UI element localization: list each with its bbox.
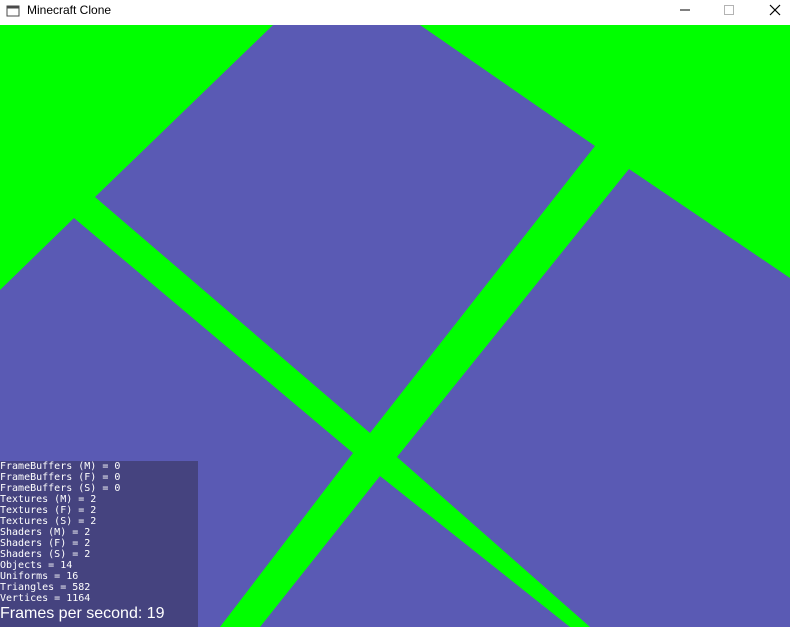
stat-shaders-f: Shaders (F) = 2 — [0, 538, 91, 549]
close-icon — [769, 4, 781, 16]
app-window-icon — [6, 5, 20, 17]
minimize-icon — [680, 9, 690, 11]
stat-framebuffers-s: FrameBuffers (S) = 0 — [0, 483, 121, 494]
title-bar[interactable]: Minecraft Clone — [0, 0, 790, 25]
stat-shaders-m: Shaders (M) = 2 — [0, 527, 91, 538]
maximize-button[interactable] — [706, 0, 752, 22]
stat-framebuffers-m: FrameBuffers (M) = 0 — [0, 461, 121, 472]
stat-uniforms: Uniforms = 16 — [0, 571, 79, 582]
stat-textures-s: Textures (S) = 2 — [0, 516, 97, 527]
stat-objects: Objects = 14 — [0, 560, 73, 571]
minimize-button[interactable] — [662, 0, 708, 22]
window-title: Minecraft Clone — [27, 3, 112, 17]
close-button[interactable] — [752, 0, 790, 22]
stat-vertices: Vertices = 1164 — [0, 593, 91, 604]
stat-framebuffers-f: FrameBuffers (F) = 0 — [0, 472, 121, 483]
game-viewport[interactable]: FrameBuffers (M) = 0 FrameBuffers (F) = … — [0, 25, 790, 627]
fps-counter: Frames per second: 19 — [0, 605, 165, 622]
maximize-icon — [724, 5, 734, 15]
stats-list: FrameBuffers (M) = 0 FrameBuffers (F) = … — [0, 461, 120, 604]
stat-shaders-s: Shaders (S) = 2 — [0, 549, 91, 560]
stat-textures-f: Textures (F) = 2 — [0, 505, 97, 516]
debug-stats-panel: FrameBuffers (M) = 0 FrameBuffers (F) = … — [0, 461, 198, 627]
app-window: Minecraft Clone FrameBuffers (M) = 0 Fra… — [0, 0, 790, 627]
stat-triangles: Triangles = 582 — [0, 582, 91, 593]
stat-textures-m: Textures (M) = 2 — [0, 494, 97, 505]
